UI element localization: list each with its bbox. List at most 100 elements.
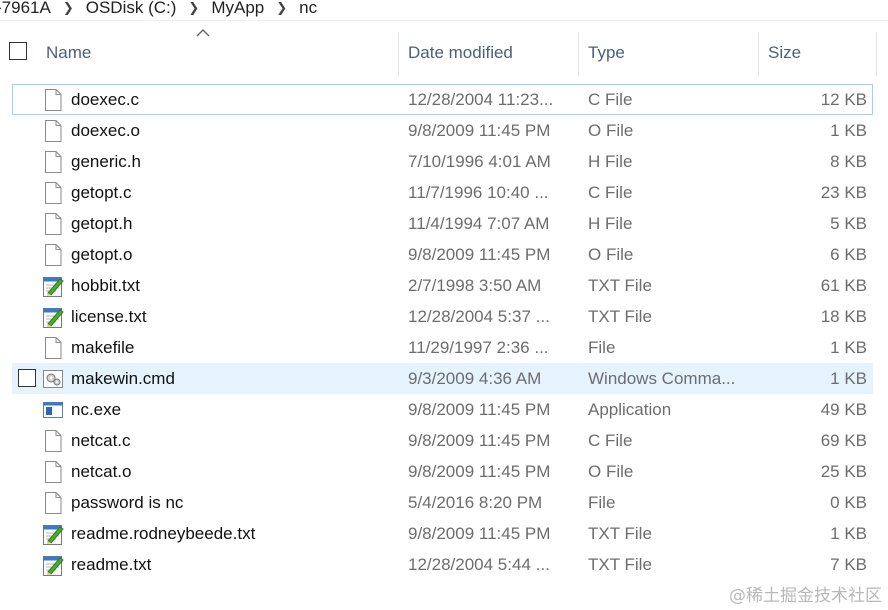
file-size: 25 KB (820, 461, 867, 481)
file-row[interactable]: nc.exe 9/8/2009 11:45 PM Application 49 KB (0, 394, 888, 425)
file-size: 49 KB (820, 399, 867, 419)
column-divider[interactable] (876, 32, 877, 76)
document-icon (42, 177, 64, 208)
notepad-icon (42, 518, 64, 549)
document-icon (42, 425, 64, 456)
row-checkbox[interactable] (18, 369, 36, 387)
file-date-modified: 9/8/2009 11:45 PM (408, 461, 551, 481)
file-name: getopt.c (71, 182, 132, 202)
file-date-modified: 9/8/2009 11:45 PM (408, 430, 551, 450)
file-row[interactable]: readme.rodneybeede.txt 9/8/2009 11:45 PM T… (0, 518, 888, 549)
file-row[interactable]: netcat.c 9/8/2009 11:45 PM C File 69 KB (0, 425, 888, 456)
file-row[interactable]: readme.txt 12/28/2004 5:44 ... TXT File 7 K… (0, 549, 888, 580)
file-name: getopt.o (71, 244, 133, 264)
column-header-size[interactable]: Size (768, 30, 868, 76)
file-type: O File (588, 461, 634, 481)
file-type: C File (588, 89, 633, 109)
file-row[interactable]: doexec.c 12/28/2004 11:23... C File 12 KB (0, 84, 888, 115)
file-row[interactable]: getopt.h 11/4/1994 7:07 AM H File 5 KB (0, 208, 888, 239)
document-icon (42, 115, 64, 146)
file-date-modified: 12/28/2004 5:37 ... (408, 306, 550, 326)
file-name: netcat.o (71, 461, 132, 481)
file-size: 12 KB (820, 89, 867, 109)
file-size: 1 KB (830, 523, 867, 543)
file-size: 1 KB (830, 337, 867, 357)
file-row[interactable]: getopt.o 9/8/2009 11:45 PM O File 6 KB (0, 239, 888, 270)
file-row[interactable]: generic.h 7/10/1996 4:01 AM H File 8 KB (0, 146, 888, 177)
file-date-modified: 7/10/1996 4:01 AM (408, 151, 551, 171)
file-size: 8 KB (830, 151, 867, 171)
breadcrumb-item-osdisk[interactable]: OSDisk (C:) (86, 0, 183, 16)
file-type: File (588, 337, 616, 357)
file-type: H File (588, 151, 633, 171)
file-type: TXT File (588, 306, 652, 326)
document-icon (42, 208, 64, 239)
file-size: 1 KB (830, 120, 867, 140)
file-date-modified: 9/3/2009 4:36 AM (408, 368, 542, 388)
file-row[interactable]: license.txt 12/28/2004 5:37 ... TXT File 18… (0, 301, 888, 332)
file-size: 23 KB (820, 182, 867, 202)
file-size: 18 KB (820, 306, 867, 326)
breadcrumb-item-device[interactable]: -7961A (0, 0, 57, 16)
file-type: Application (588, 399, 672, 419)
file-name: nc.exe (71, 399, 122, 419)
breadcrumb-item-myapp[interactable]: MyApp (211, 0, 270, 16)
file-date-modified: 12/28/2004 5:44 ... (408, 554, 550, 574)
file-row[interactable]: getopt.c 11/7/1996 10:40 ... C File 23 KB (0, 177, 888, 208)
notepad-icon (42, 270, 64, 301)
file-row[interactable]: password is nc 5/4/2016 8:20 PM File 0 KB (0, 487, 888, 518)
column-header-name[interactable]: Name (46, 30, 396, 76)
divider (0, 20, 888, 21)
column-divider[interactable] (398, 32, 399, 76)
file-type: TXT File (588, 275, 652, 295)
file-row[interactable]: hobbit.txt 2/7/1998 3:50 AM TXT File 61 KB (0, 270, 888, 301)
file-type: O File (588, 120, 634, 140)
file-name: netcat.c (71, 430, 131, 450)
file-row[interactable]: doexec.o 9/8/2009 11:45 PM O File 1 KB (0, 115, 888, 146)
column-divider[interactable] (578, 32, 579, 76)
chevron-right-icon[interactable]: ❯ (182, 0, 211, 16)
file-row[interactable]: makefile 11/29/1997 2:36 ... File 1 KB (0, 332, 888, 363)
document-icon (42, 239, 64, 270)
file-date-modified: 12/28/2004 11:23... (408, 89, 554, 109)
document-icon (42, 456, 64, 487)
file-name: getopt.h (71, 213, 133, 233)
file-size: 5 KB (830, 213, 867, 233)
file-list: doexec.c 12/28/2004 11:23... C File 12 KB do… (0, 84, 888, 580)
chevron-right-icon[interactable]: ❯ (270, 0, 299, 16)
breadcrumb: -7961A ❯ OSDisk (C:) ❯ MyApp ❯ nc (0, 0, 888, 20)
file-name: doexec.c (71, 89, 140, 109)
watermark: @稀土掘金技术社区 (729, 586, 882, 606)
file-size: 69 KB (820, 430, 867, 450)
select-all-checkbox[interactable] (9, 42, 27, 60)
file-row[interactable]: makewin.cmd 9/3/2009 4:36 AM Windows Comma… (0, 363, 888, 394)
file-name: generic.h (71, 151, 141, 171)
application-icon (42, 394, 64, 425)
column-divider[interactable] (758, 32, 759, 76)
file-size: 0 KB (830, 492, 867, 512)
file-type: C File (588, 430, 633, 450)
file-type: TXT File (588, 554, 652, 574)
file-name: license.txt (71, 306, 147, 326)
file-name: readme.rodneybeede.txt (71, 523, 256, 543)
file-size: 6 KB (830, 244, 867, 264)
file-type: H File (588, 213, 633, 233)
file-row[interactable]: netcat.o 9/8/2009 11:45 PM O File 25 KB (0, 456, 888, 487)
file-date-modified: 11/4/1994 7:07 AM (408, 213, 550, 233)
chevron-right-icon[interactable]: ❯ (57, 0, 86, 16)
file-date-modified: 2/7/1998 3:50 AM (408, 275, 542, 295)
document-icon (42, 84, 64, 115)
column-header-date[interactable]: Date modified (408, 30, 576, 76)
file-size: 1 KB (830, 368, 867, 388)
file-name: readme.txt (71, 554, 152, 574)
document-icon (42, 487, 64, 518)
file-type: Windows Comma... (588, 368, 736, 388)
breadcrumb-item-nc[interactable]: nc (299, 0, 323, 16)
notepad-icon (42, 301, 64, 332)
column-header-type[interactable]: Type (588, 30, 756, 76)
cmd-script-icon (42, 363, 64, 394)
file-name: doexec.o (71, 120, 140, 140)
document-icon (42, 146, 64, 177)
file-name: password is nc (71, 492, 184, 512)
file-date-modified: 5/4/2016 8:20 PM (408, 492, 543, 512)
